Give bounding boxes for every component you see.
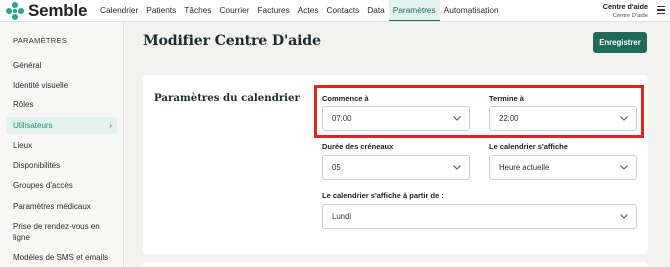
nav-calendrier[interactable]: Calendrier — [96, 0, 142, 21]
nav-factures[interactable]: Factures — [253, 0, 293, 21]
sidebar-item-modeles-sms[interactable]: Modèles de SMS et emails — [6, 252, 117, 264]
account-subtitle: Centre D'aide — [612, 13, 648, 19]
sidebar-item-label: Utilisateurs — [13, 121, 53, 130]
chevron-down-icon — [620, 214, 628, 219]
calendar-display-select[interactable]: Heure actuelle — [489, 155, 637, 180]
chevron-down-icon — [620, 165, 628, 170]
hamburger-menu-icon[interactable] — [657, 6, 665, 15]
chevron-right-icon: › — [109, 121, 112, 130]
sidebar-item-prise-rdv[interactable]: Prise de rendez-vous en ligne — [6, 221, 117, 243]
slot-duration-label: Durée des créneaux — [322, 142, 394, 151]
sidebar-title: PARAMÈTRES — [13, 36, 68, 45]
slot-duration-value: 05 — [332, 163, 341, 172]
account-switcher[interactable]: Centre d'aide Centre D'aide — [603, 2, 648, 19]
top-bar: Semble Calendrier Patients Tâches Courri… — [0, 0, 670, 22]
nav-data[interactable]: Data — [363, 0, 389, 21]
nav-courrier[interactable]: Courrier — [215, 0, 253, 21]
semble-logo-icon — [6, 2, 24, 20]
calendar-display-label: Le calendrier s'affiche — [489, 142, 568, 151]
slot-duration-select[interactable]: 05 — [322, 155, 470, 180]
sidebar-item-disponibilites[interactable]: Disponibilités — [6, 160, 117, 172]
section-title: Paramètres du calendrier — [154, 92, 300, 104]
settings-sidebar: PARAMÈTRES Général Identité visuelle Rôl… — [0, 22, 124, 267]
account-name: Centre d'aide — [602, 2, 648, 11]
nav-patients[interactable]: Patients — [142, 0, 180, 21]
nav-actes[interactable]: Actes — [294, 0, 323, 21]
app-name: Semble — [28, 1, 88, 20]
sidebar-item-general[interactable]: Général — [6, 60, 117, 72]
nav-parametres[interactable]: Paramètres — [388, 0, 440, 21]
nav-taches[interactable]: Tâches — [180, 0, 215, 21]
chevron-down-icon — [453, 165, 461, 170]
nav-contacts[interactable]: Contacts — [323, 0, 364, 21]
sidebar-item-parametres-medicaux[interactable]: Paramètres médicaux — [6, 201, 117, 213]
sidebar-item-roles[interactable]: Rôles — [6, 99, 117, 111]
page-title: Modifier Centre D'aide — [143, 33, 321, 49]
display-from-value: Lundi — [332, 212, 352, 221]
nav-automatisation[interactable]: Automatisation — [440, 0, 503, 21]
sidebar-item-lieux[interactable]: Lieux — [6, 140, 117, 152]
display-from-select[interactable]: Lundi — [322, 204, 637, 229]
sidebar-item-identite-visuelle[interactable]: Identité visuelle — [6, 80, 117, 92]
highlight-box — [314, 85, 644, 138]
semble-logo[interactable]: Semble — [5, 1, 87, 21]
sidebar-item-utilisateurs[interactable]: Utilisateurs › — [6, 117, 117, 134]
calendar-display-value: Heure actuelle — [499, 163, 550, 172]
sidebar-item-groupes-acces[interactable]: Groupes d'accès — [6, 180, 117, 192]
save-button[interactable]: Enregistrer — [593, 32, 647, 53]
next-settings-card — [143, 262, 648, 267]
main-nav: Calendrier Patients Tâches Courrier Fact… — [96, 0, 503, 21]
display-from-label: Le calendrier s'affiche à partir de : — [322, 191, 444, 200]
